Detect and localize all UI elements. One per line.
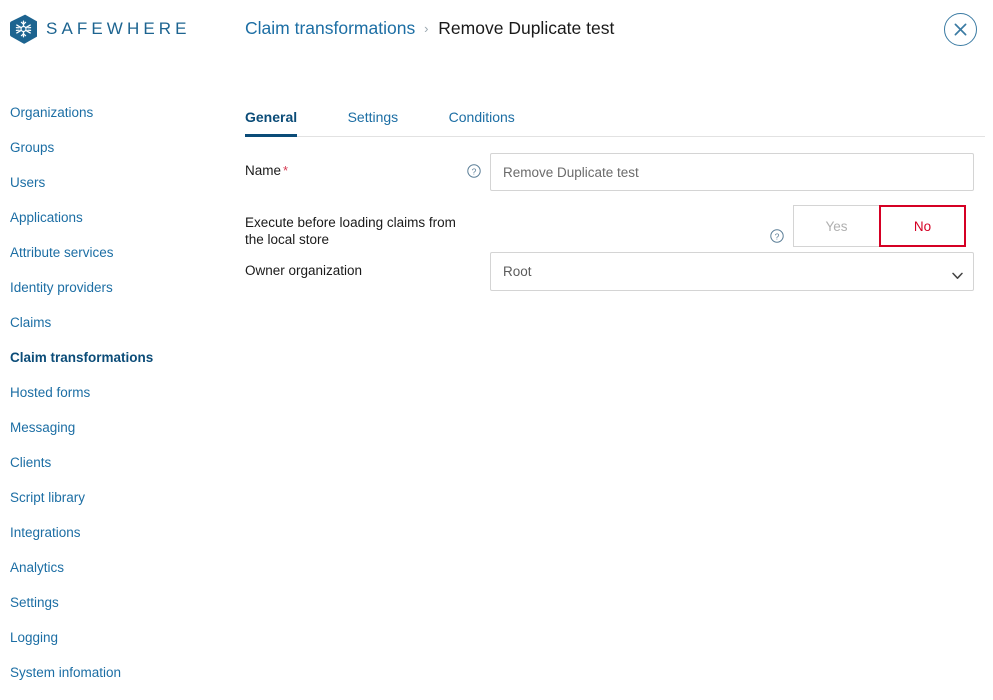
- sidebar-item-script-library[interactable]: Script library: [0, 480, 225, 515]
- main-content: General Settings Conditions Name* ? Exec…: [245, 100, 985, 292]
- sidebar-item-claims[interactable]: Claims: [0, 305, 225, 340]
- form-row-execute-before: Execute before loading claims from the l…: [245, 205, 985, 247]
- name-label: Name *: [245, 162, 470, 179]
- execute-before-help-question-circle-icon[interactable]: ?: [770, 229, 784, 243]
- sidebar-item-claim-transformations[interactable]: Claim transformations: [0, 340, 225, 375]
- name-input[interactable]: [490, 153, 974, 191]
- tab-settings[interactable]: Settings: [348, 109, 399, 136]
- execute-before-yes-button[interactable]: Yes: [793, 205, 880, 247]
- sidebar-item-applications[interactable]: Applications: [0, 200, 225, 235]
- brand-name: SAFEWHERE: [46, 19, 191, 38]
- tab-conditions[interactable]: Conditions: [449, 109, 515, 136]
- breadcrumb-parent-link[interactable]: Claim transformations: [245, 18, 415, 38]
- sidebar-item-users[interactable]: Users: [0, 165, 225, 200]
- breadcrumb: Claim transformations › Remove Duplicate…: [245, 16, 614, 42]
- sidebar: Organizations Groups Users Applications …: [0, 95, 225, 700]
- form-row-owner-organization: Owner organization Root: [245, 252, 985, 292]
- required-asterisk: *: [283, 163, 289, 178]
- brand-logo[interactable]: SAFEWHERE: [10, 13, 191, 45]
- sidebar-item-system-information[interactable]: System infomation: [0, 655, 225, 690]
- top-bar: SAFEWHERE Claim transformations › Remove…: [0, 0, 993, 57]
- owner-organization-label: Owner organization: [245, 263, 363, 278]
- sidebar-item-hosted-forms[interactable]: Hosted forms: [0, 375, 225, 410]
- owner-organization-select-wrapper: Root: [490, 252, 974, 291]
- sidebar-item-messaging[interactable]: Messaging: [0, 410, 225, 445]
- execute-before-no-button[interactable]: No: [879, 205, 966, 247]
- sidebar-item-identity-providers[interactable]: Identity providers: [0, 270, 225, 305]
- name-label-text: Name: [245, 163, 282, 178]
- owner-organization-select[interactable]: Root: [490, 252, 974, 291]
- sidebar-item-attribute-services[interactable]: Attribute services: [0, 235, 225, 270]
- tab-bar: General Settings Conditions: [245, 100, 985, 137]
- close-x-icon: [954, 23, 967, 36]
- breadcrumb-separator-icon: ›: [424, 21, 429, 36]
- sidebar-item-analytics[interactable]: Analytics: [0, 550, 225, 585]
- svg-text:?: ?: [775, 231, 780, 241]
- execute-before-toggle-group: Yes No: [793, 205, 966, 247]
- snowflake-hex-logo-icon: [10, 14, 39, 44]
- sidebar-item-settings[interactable]: Settings: [0, 585, 225, 620]
- sidebar-item-integrations[interactable]: Integrations: [0, 515, 225, 550]
- svg-text:?: ?: [472, 166, 477, 176]
- general-form: Name* ? Execute before loading claims fr…: [245, 153, 985, 292]
- tab-general[interactable]: General: [245, 109, 298, 137]
- sidebar-item-groups[interactable]: Groups: [0, 130, 225, 165]
- sidebar-item-logging[interactable]: Logging: [0, 620, 225, 655]
- close-button[interactable]: [944, 13, 977, 46]
- page-title: Remove Duplicate test: [438, 18, 615, 38]
- sidebar-item-clients[interactable]: Clients: [0, 445, 225, 480]
- name-help-question-circle-icon[interactable]: ?: [467, 164, 481, 178]
- sidebar-item-organizations[interactable]: Organizations: [0, 95, 225, 130]
- form-row-name: Name * ?: [245, 153, 985, 192]
- execute-before-label: Execute before loading claims from the l…: [245, 215, 456, 247]
